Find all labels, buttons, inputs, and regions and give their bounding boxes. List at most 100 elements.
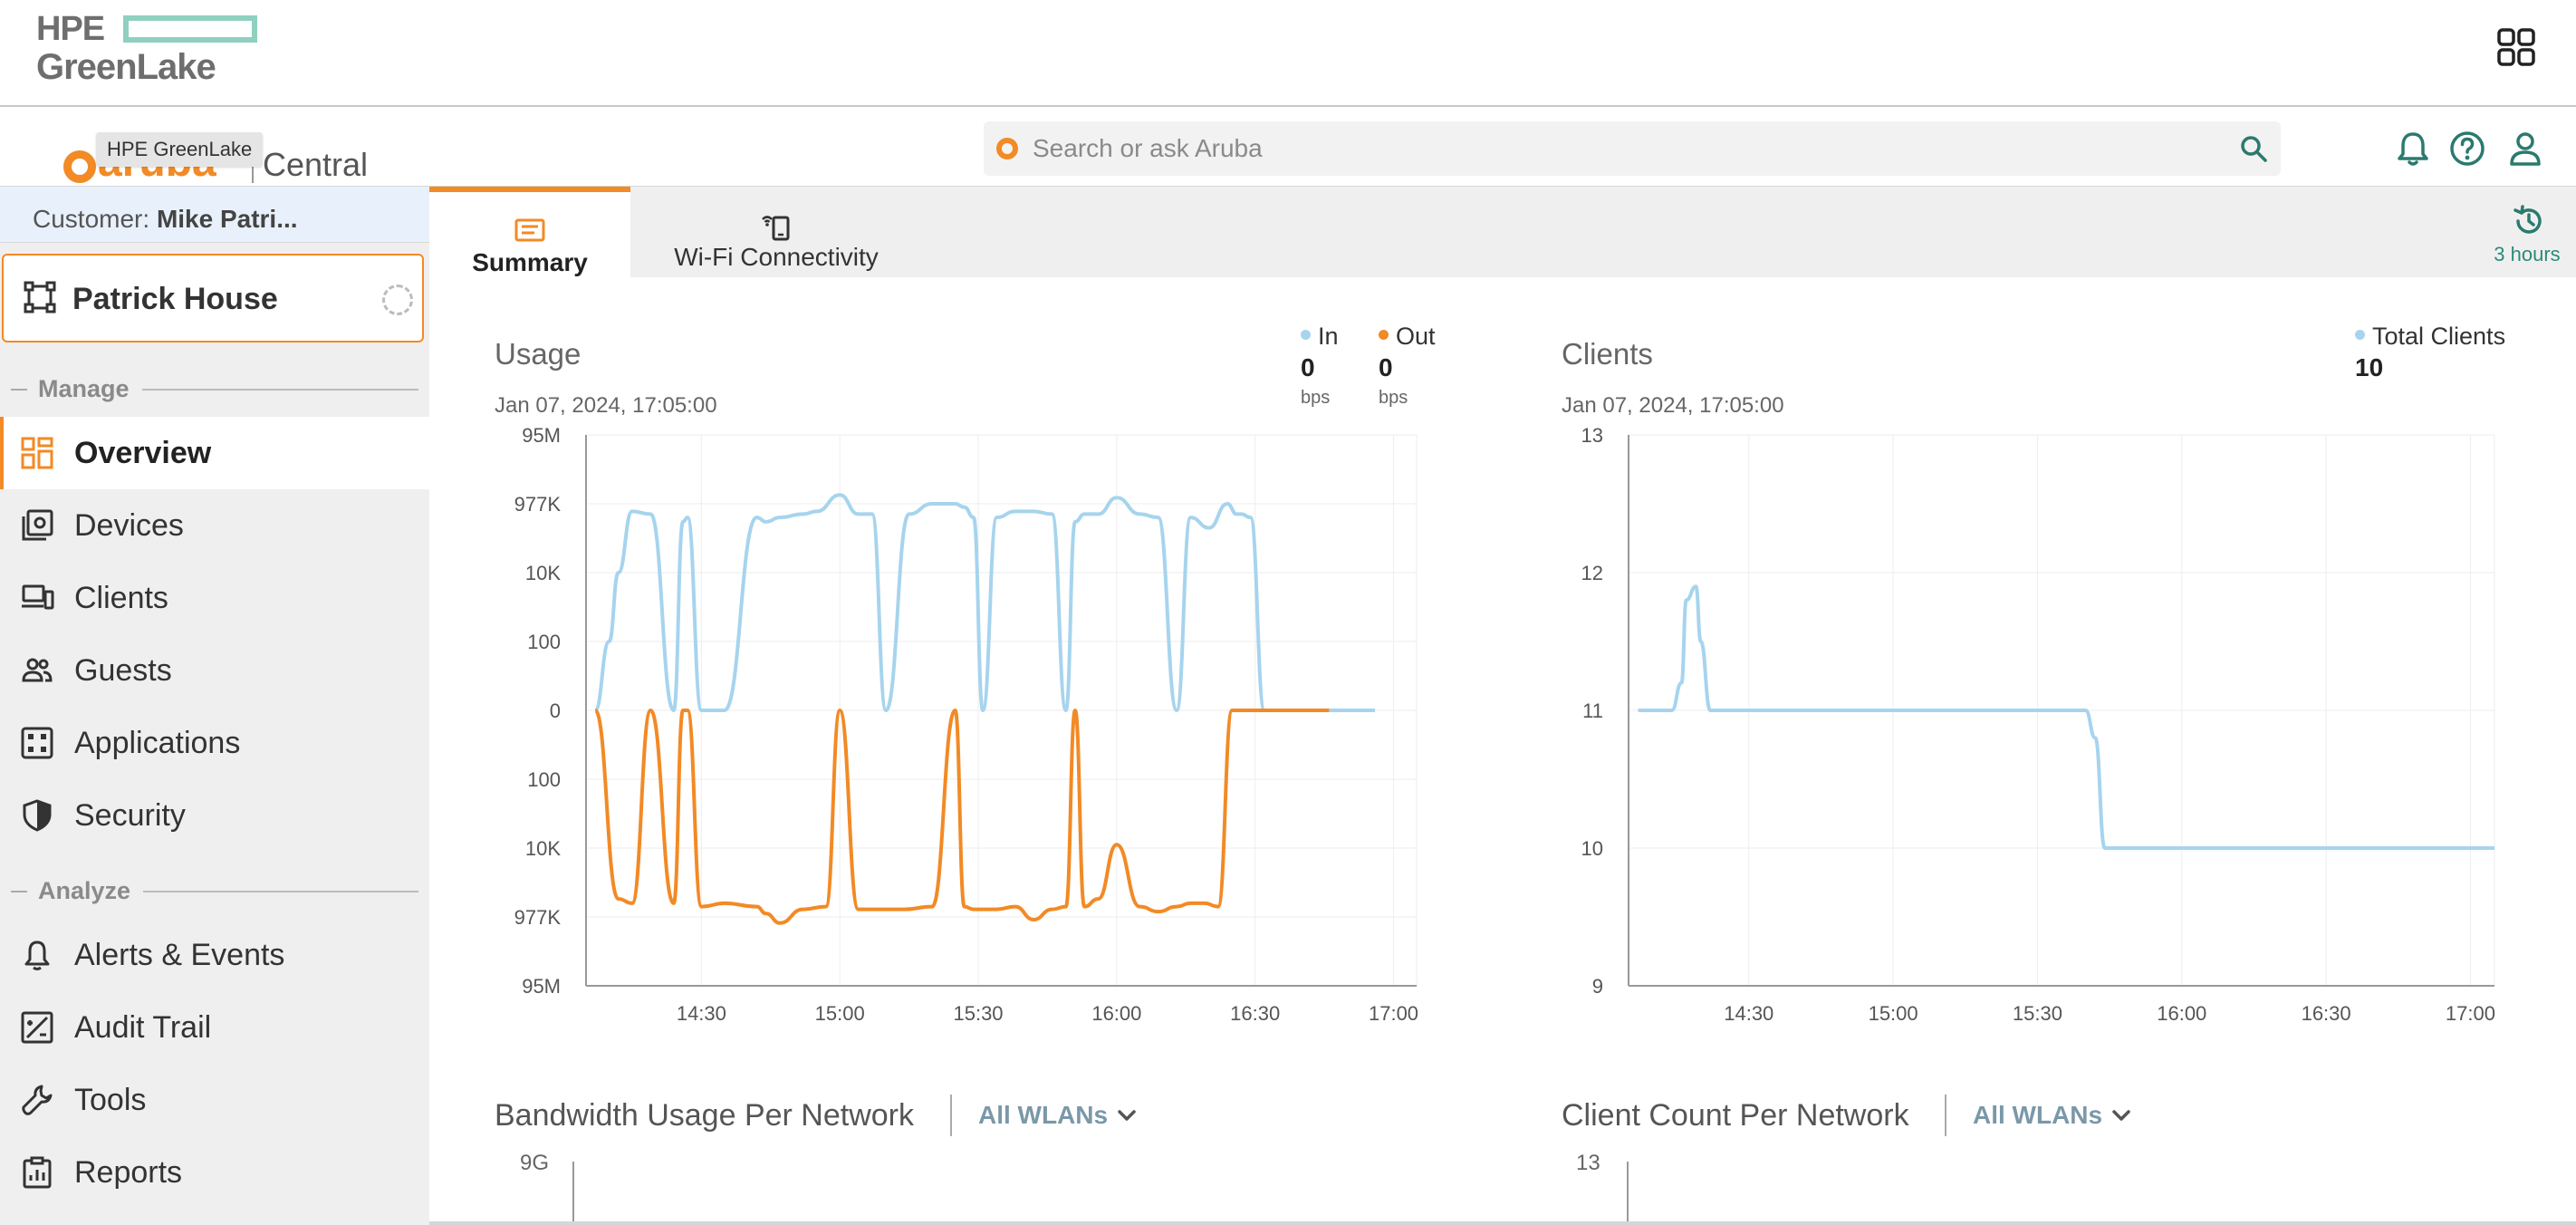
x-tick-label: 15:00 [815, 1002, 865, 1025]
usage-in-value: 0 [1301, 353, 1315, 381]
sidebar-item-label: Devices [74, 507, 184, 543]
sidebar-item-reports[interactable]: Reports [0, 1136, 429, 1209]
analyze-section-label: Analyze [11, 877, 418, 905]
client-count-wlan-dropdown[interactable]: All WLANs [1973, 1101, 2131, 1130]
shield-icon [23, 799, 52, 832]
sidebar: Customer: Mike Patri... Patrick House Ma… [0, 187, 429, 1225]
time-range-label: 3 hours [2494, 243, 2561, 265]
usage-out-value: 0 [1379, 353, 1393, 381]
legend-dot-out [1379, 330, 1389, 341]
customer-selector[interactable]: Customer: Mike Patri... [0, 187, 429, 243]
greenlake-header: HPE GreenLake [0, 0, 2576, 107]
sidebar-item-label: Security [74, 797, 186, 833]
aruba-assistant-icon [996, 138, 1018, 159]
y-tick-label: 10 [1581, 837, 1603, 860]
x-tick-label: 16:30 [1230, 1002, 1280, 1025]
hpe-text: HPE [36, 10, 105, 48]
search-icon[interactable] [2237, 132, 2270, 165]
bandwidth-wlan-dropdown[interactable]: All WLANs [978, 1101, 1137, 1130]
tab-summary[interactable]: Summary [429, 187, 630, 277]
loading-spinner-icon [382, 285, 413, 315]
y-tick-label: 10K [525, 562, 561, 584]
sidebar-item-security[interactable]: Security [0, 779, 429, 852]
wifi-device-icon [762, 216, 790, 241]
y-tick-label: 0 [550, 699, 561, 722]
usage-chart[interactable]: 95M 977K 10K 100 0 100 10K 977K 95M 14:30 15:00 15:… [489, 424, 1431, 1029]
notifications-bell-icon[interactable] [2391, 127, 2435, 170]
clients-legend-total[interactable]: Total Clients 10 [2355, 323, 2506, 381]
site-selector[interactable]: Patrick House [2, 254, 424, 342]
dropdown-label: All WLANs [1973, 1101, 2103, 1129]
help-icon[interactable] [2446, 127, 2489, 170]
greenlake-text: GreenLake [36, 47, 216, 87]
customer-name: Mike Patri... [156, 205, 298, 233]
overview-grid-icon [21, 437, 53, 469]
user-profile-icon[interactable] [2504, 127, 2547, 170]
search-input[interactable] [1033, 130, 2210, 167]
client-count-y-tick-top: 13 [1576, 1151, 1600, 1175]
devices-icon [22, 509, 53, 541]
legend-label: Total Clients [2372, 323, 2506, 350]
sidebar-item-label: Reports [74, 1154, 183, 1190]
bell-icon [24, 940, 50, 970]
series-line-in [593, 493, 1376, 712]
y-tick-label: 977K [514, 906, 562, 929]
x-tick-label: 15:30 [2013, 1002, 2062, 1025]
site-group-icon [24, 281, 56, 313]
reports-icon [23, 1156, 52, 1189]
y-tick-label: 10K [525, 837, 561, 860]
x-tick-label: 17:00 [1369, 1002, 1418, 1025]
y-tick-label: 13 [1581, 424, 1603, 447]
legend-dot-in [1301, 330, 1311, 341]
manage-section-label: Manage [11, 375, 418, 403]
chevron-down-icon [2112, 1110, 2130, 1121]
sidebar-item-label: Applications [74, 725, 241, 760]
central-text: Central [263, 146, 369, 183]
series-line-out [593, 709, 1330, 925]
tab-wifi-connectivity[interactable]: Wi-Fi Connectivity [630, 187, 922, 277]
sidebar-item-guests[interactable]: Guests [0, 634, 429, 707]
aruba-mark-icon [63, 150, 96, 183]
usage-in-unit: bps [1301, 388, 1331, 408]
tab-label: Wi-Fi Connectivity [674, 243, 879, 271]
applications-icon [21, 727, 53, 759]
dropdown-label: All WLANs [978, 1101, 1109, 1129]
client-count-y-axis [1627, 1162, 1629, 1225]
client-count-per-network-title: Client Count Per Network [1562, 1098, 1909, 1133]
app-grid-icon[interactable] [2496, 27, 2536, 67]
usage-legend-out[interactable]: Out 0 bps [1379, 323, 1436, 408]
y-tick-label: 977K [514, 493, 562, 516]
sidebar-item-tools[interactable]: Tools [0, 1064, 429, 1136]
tab-label: Summary [472, 248, 588, 276]
y-tick-label: 11 [1582, 699, 1603, 722]
series-line-total-clients [1638, 584, 2494, 851]
audit-trail-icon [21, 1011, 53, 1044]
legend-label: In [1318, 323, 1339, 350]
sidebar-item-overview[interactable]: Overview [0, 417, 429, 489]
y-tick-label: 12 [1581, 562, 1603, 584]
time-range-selector[interactable]: 3 hours [2482, 199, 2572, 272]
usage-title: Usage [495, 337, 582, 371]
hpe-element-rectangle [123, 15, 257, 43]
sidebar-item-audit-trail[interactable]: Audit Trail [0, 991, 429, 1064]
clients-chart[interactable]: 13 12 11 10 9 14:30 15:00 15:30 16:00 16:30 17:00 [1552, 424, 2513, 1029]
sidebar-item-devices[interactable]: Devices [0, 489, 429, 562]
sidebar-item-clients[interactable]: Clients [0, 562, 429, 634]
customer-label: Customer: [33, 205, 150, 233]
x-tick-label: 16:00 [2157, 1002, 2206, 1025]
site-name: Patrick House [72, 282, 278, 316]
greenlake-tooltip: HPE GreenLake [96, 132, 264, 167]
sidebar-item-label: Tools [74, 1082, 147, 1117]
x-tick-label: 14:30 [1724, 1002, 1773, 1025]
history-clock-icon [2514, 205, 2542, 234]
search-bar[interactable] [984, 121, 2281, 176]
hpe-greenlake-logo[interactable]: HPE GreenLake [36, 10, 257, 87]
wrench-icon [22, 1085, 53, 1115]
total-clients-value: 10 [2355, 353, 2384, 381]
bandwidth-per-network-title: Bandwidth Usage Per Network [495, 1098, 915, 1133]
x-tick-label: 14:30 [677, 1002, 726, 1025]
sidebar-item-alerts-events[interactable]: Alerts & Events [0, 919, 429, 991]
usage-legend-in[interactable]: In 0 bps [1301, 323, 1339, 408]
sidebar-item-applications[interactable]: Applications [0, 707, 429, 779]
x-tick-label: 16:00 [1091, 1002, 1141, 1025]
